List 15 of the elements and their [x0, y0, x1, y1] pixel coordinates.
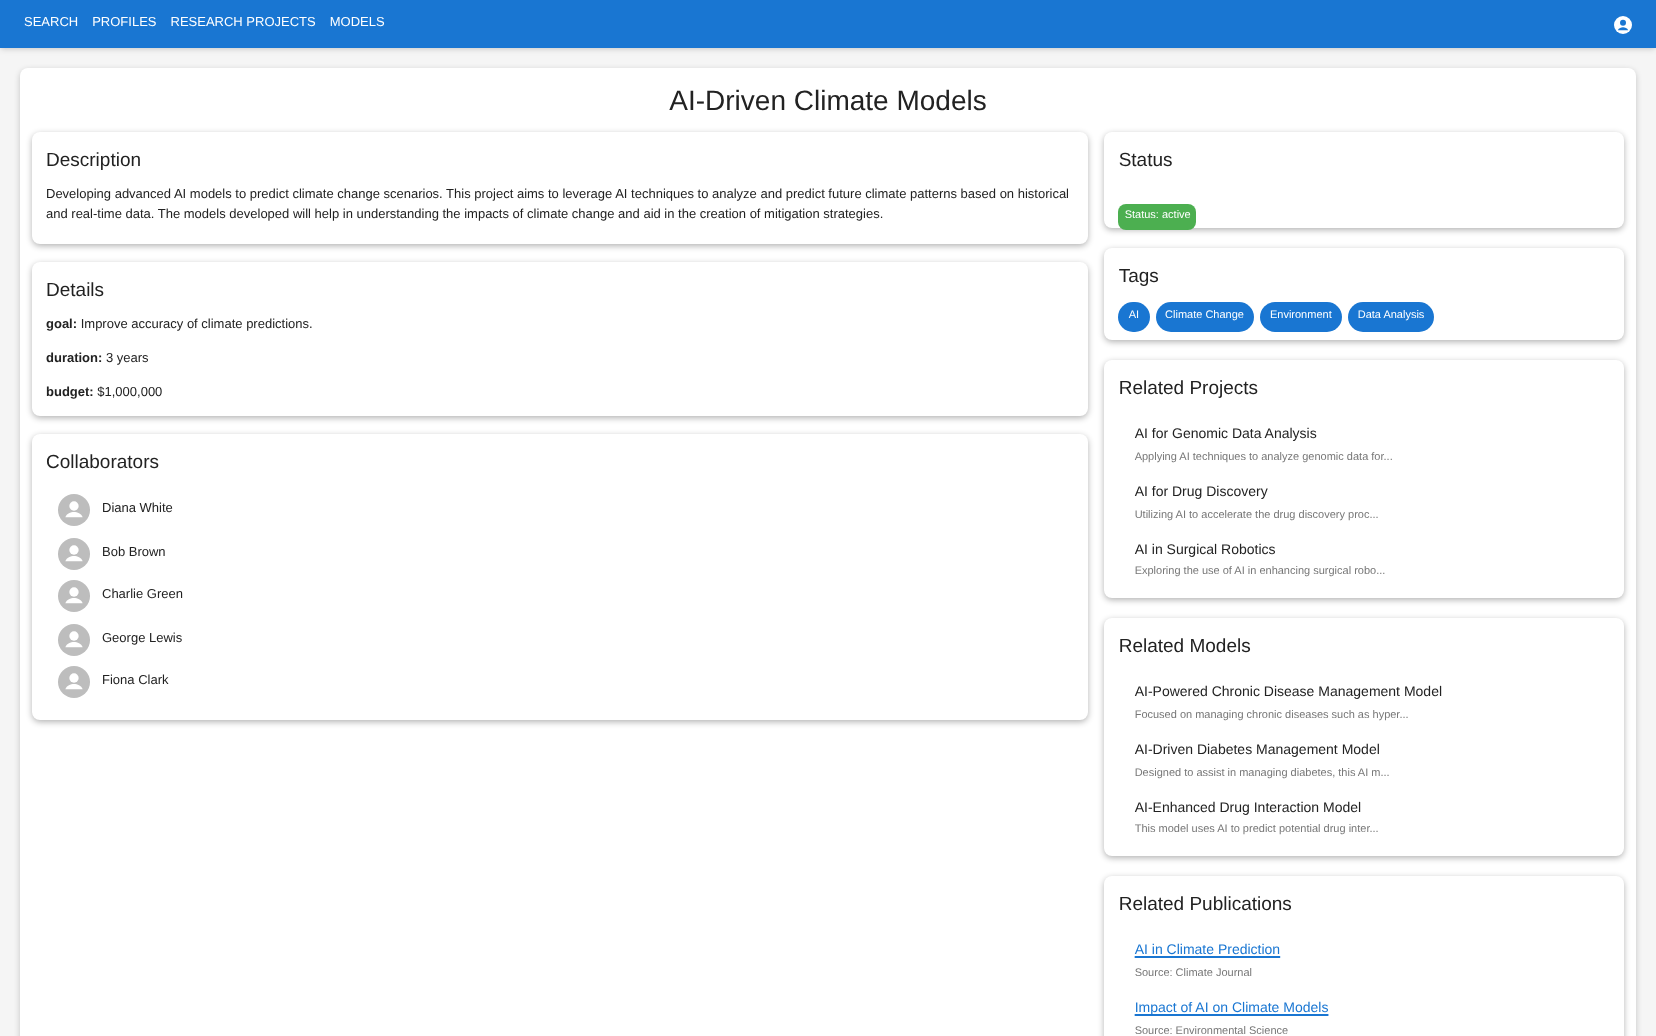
- avatar-icon: [58, 494, 90, 527]
- card-heading: Description: [46, 148, 144, 176]
- card-heading: Related Publications: [1118, 892, 1294, 920]
- card-heading: Details: [46, 278, 107, 306]
- card-heading: Related Projects: [1118, 376, 1261, 404]
- avatar-icon: [58, 580, 90, 613]
- account-icon[interactable]: [1614, 15, 1632, 33]
- avatar-icon: [58, 623, 90, 656]
- card-heading: Collaborators: [46, 450, 161, 478]
- avatar-icon: [58, 666, 90, 699]
- card-heading: Related Models: [1118, 634, 1253, 662]
- page-title: AI-Driven Climate Models: [667, 82, 989, 120]
- avatar-icon: [58, 537, 90, 570]
- card-heading: Tags: [1118, 264, 1161, 292]
- card-heading: Status: [1118, 148, 1175, 176]
